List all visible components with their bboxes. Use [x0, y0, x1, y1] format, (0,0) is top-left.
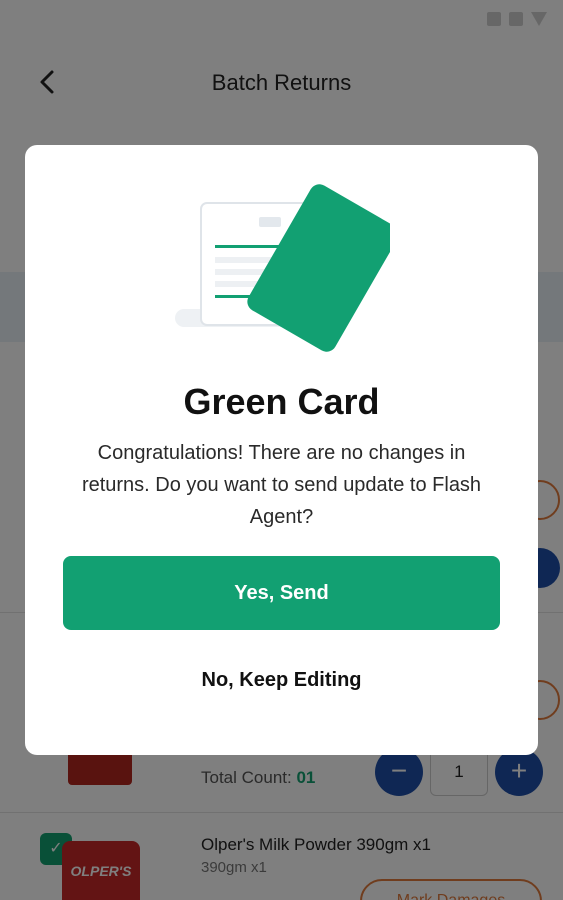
yes-send-button[interactable]: Yes, Send: [63, 556, 500, 630]
green-card-illustration-icon: [175, 184, 390, 352]
dialog-title: Green Card: [183, 381, 380, 422]
dialog-message: Congratulations! There are no changes in…: [81, 442, 482, 528]
keep-editing-button[interactable]: No, Keep Editing: [63, 660, 500, 700]
green-card-dialog: Green Card Congratulations! There are no…: [25, 145, 538, 755]
